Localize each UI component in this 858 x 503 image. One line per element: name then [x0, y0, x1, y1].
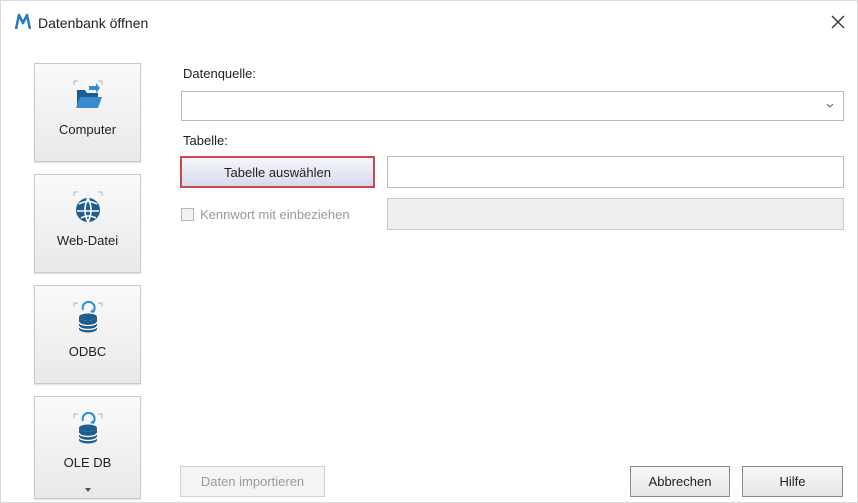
source-web-file-label: Web-Datei — [56, 233, 119, 248]
source-computer-label: Computer — [58, 122, 117, 137]
include-password-label: Kennwort mit einbeziehen — [200, 207, 350, 222]
close-button[interactable] — [821, 7, 855, 37]
title-bar: Datenbank öffnen — [1, 1, 857, 45]
table-field[interactable] — [387, 156, 844, 188]
password-field — [387, 198, 844, 230]
select-table-button[interactable]: Tabelle auswählen — [180, 156, 375, 188]
app-logo-icon — [15, 13, 31, 30]
cancel-button[interactable]: Abbrechen — [630, 466, 730, 497]
source-odbc-button[interactable]: ODBC — [34, 285, 141, 384]
datasource-label: Datenquelle: — [183, 66, 256, 81]
database-icon — [73, 411, 102, 444]
open-database-dialog: Datenbank öffnen Computer Web-Datei ODBC… — [0, 0, 858, 503]
help-button[interactable]: Hilfe — [742, 466, 843, 497]
table-label: Tabelle: — [183, 133, 228, 148]
source-odbc-label: ODBC — [68, 344, 107, 359]
close-icon — [831, 15, 845, 29]
source-ole-db-label: OLE DB — [63, 455, 112, 470]
dropdown-arrow-icon[interactable] — [84, 488, 91, 492]
database-icon — [73, 300, 102, 333]
source-web-file-button[interactable]: Web-Datei — [34, 174, 141, 273]
import-data-button: Daten importieren — [180, 466, 325, 497]
datasource-combobox[interactable] — [181, 91, 844, 121]
window-title: Datenbank öffnen — [38, 15, 149, 31]
globe-icon — [73, 191, 102, 223]
source-ole-db-button[interactable]: OLE DB — [34, 396, 141, 499]
folder-open-icon — [73, 80, 102, 108]
source-computer-button[interactable]: Computer — [34, 63, 141, 162]
include-password-checkbox[interactable] — [181, 208, 194, 221]
chevron-down-icon — [826, 103, 834, 108]
